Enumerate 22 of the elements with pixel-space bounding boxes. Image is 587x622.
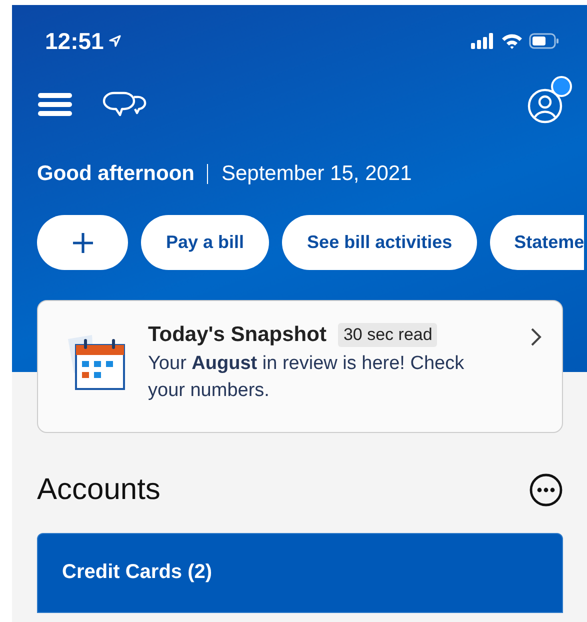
plus-icon xyxy=(72,232,94,254)
snapshot-title: Today's Snapshot xyxy=(148,323,326,347)
account-group-header[interactable]: Credit Cards (2) xyxy=(37,533,563,613)
accounts-heading: Accounts xyxy=(37,473,160,507)
menu-icon[interactable] xyxy=(38,92,72,116)
chat-bubbles-icon[interactable] xyxy=(102,91,148,117)
more-options-icon[interactable] xyxy=(529,473,563,507)
quick-action-chip[interactable]: Pay a bill xyxy=(141,215,270,270)
signal-icon xyxy=(471,33,495,49)
battery-icon xyxy=(529,33,559,49)
snapshot-card[interactable]: Today's Snapshot 30 sec read Your August in review is here! Check your numbers. xyxy=(37,300,563,433)
status-time: 12:51 xyxy=(45,28,104,54)
chevron-right-icon xyxy=(530,327,542,347)
greeting-text: Good afternoon xyxy=(37,162,194,186)
quick-action-chip[interactable]: See bill activities xyxy=(282,215,478,270)
location-arrow-icon xyxy=(108,34,122,48)
profile-icon[interactable] xyxy=(527,76,572,124)
date-text: September 15, 2021 xyxy=(221,162,412,186)
snapshot-message: Your August in review is here! Check your numbers. xyxy=(148,352,466,403)
wifi-icon xyxy=(501,33,523,49)
quick-action-chip[interactable]: Stateme xyxy=(490,215,584,270)
read-time-badge: 30 sec read xyxy=(338,323,438,347)
